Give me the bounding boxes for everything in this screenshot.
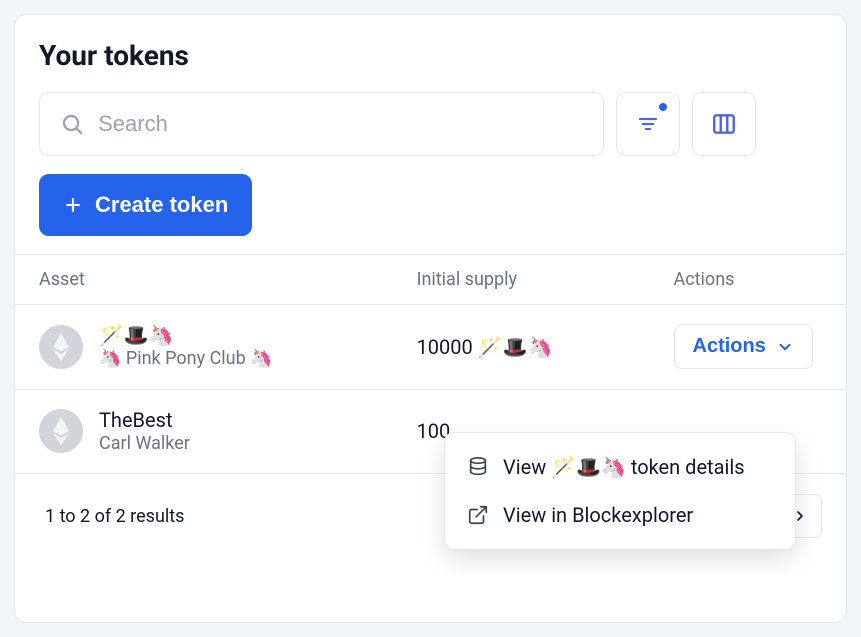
search-field-wrap[interactable] <box>39 92 604 156</box>
search-input[interactable] <box>98 111 583 137</box>
actions-button-label: Actions <box>693 335 766 358</box>
view-token-details-item[interactable]: View 🪄🎩🦄 token details <box>445 443 795 491</box>
chevron-down-icon <box>776 338 794 356</box>
ethereum-icon <box>39 409 83 453</box>
results-summary: 1 to 2 of 2 results <box>45 506 184 527</box>
table-row: 🪄🎩🦄 🦄 Pink Pony Club 🦄 10000 🪄🎩🦄 Actions <box>15 305 846 390</box>
row-actions-button[interactable]: Actions <box>674 324 813 369</box>
create-token-label: Create token <box>95 192 228 218</box>
page-title: Your tokens <box>39 39 822 72</box>
view-details-label: View 🪄🎩🦄 token details <box>503 455 745 479</box>
filter-button[interactable] <box>616 92 680 156</box>
controls-row <box>39 92 822 156</box>
external-link-icon <box>467 504 489 526</box>
filter-icon <box>636 112 660 136</box>
plus-icon <box>63 195 83 215</box>
card-header: Your tokens Create token <box>15 15 846 254</box>
columns-icon <box>711 111 737 137</box>
asset-name: TheBest <box>99 408 190 433</box>
filter-indicator-dot <box>659 103 667 111</box>
asset-subtitle: 🦄 Pink Pony Club 🦄 <box>99 348 273 371</box>
asset-cell: TheBest Carl Walker <box>39 408 369 456</box>
view-in-blockexplorer-item[interactable]: View in Blockexplorer <box>445 491 795 539</box>
tokens-card: Your tokens Create token Asset Initial s… <box>14 14 847 623</box>
column-actions: Actions <box>650 255 847 305</box>
view-explorer-label: View in Blockexplorer <box>503 503 693 527</box>
asset-cell: 🪄🎩🦄 🦄 Pink Pony Club 🦄 <box>39 323 369 371</box>
ethereum-icon <box>39 325 83 369</box>
column-asset: Asset <box>15 255 393 305</box>
create-token-button[interactable]: Create token <box>39 174 252 236</box>
database-icon <box>467 456 489 478</box>
asset-name: 🪄🎩🦄 <box>99 323 273 348</box>
asset-subtitle: Carl Walker <box>99 433 190 456</box>
initial-supply-value: 10000 🪄🎩🦄 <box>417 335 553 359</box>
column-initial-supply: Initial supply <box>393 255 650 305</box>
columns-button[interactable] <box>692 92 756 156</box>
search-icon <box>60 111 84 137</box>
actions-popover: View 🪄🎩🦄 token details View in Blockexpl… <box>444 432 796 550</box>
